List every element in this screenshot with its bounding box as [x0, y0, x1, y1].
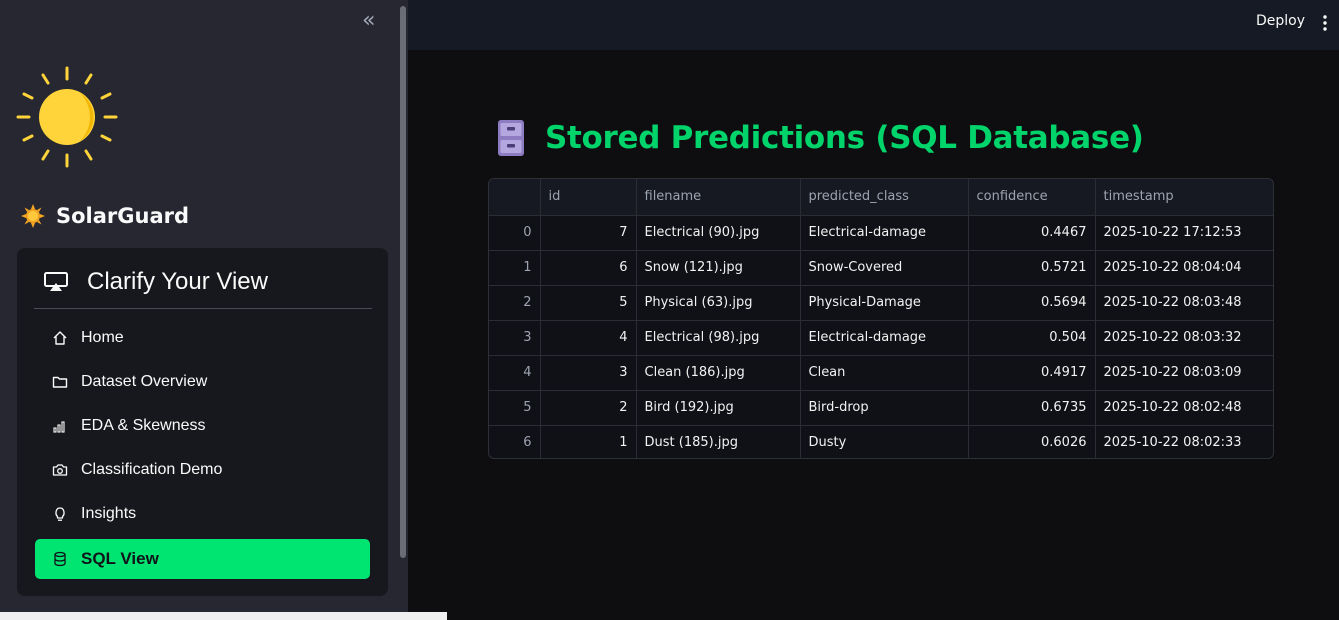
home-icon — [53, 331, 67, 345]
confidence-header[interactable]: confidence — [968, 179, 1096, 216]
bar-chart-icon — [53, 421, 65, 433]
cell-filename[interactable]: Electrical (98).jpg — [636, 320, 801, 356]
cell-confidence[interactable]: 0.4917 — [968, 355, 1096, 391]
cell-confidence[interactable]: 0.4467 — [968, 215, 1096, 251]
table-row[interactable]: 0 7 Electrical (90).jpg Electrical-damage 0.… — [489, 215, 1273, 251]
browser-status-bar — [0, 612, 447, 620]
sidebar-item-classification-demo[interactable]: Classification Demo — [35, 451, 370, 489]
page-title: Stored Predictions (SQL Database) — [497, 119, 1144, 157]
cell-filename[interactable]: Electrical (90).jpg — [636, 215, 801, 251]
row-index[interactable]: 2 — [489, 285, 541, 321]
table-header-row: id filename predicted_class confidence times… — [489, 179, 1273, 216]
row-index[interactable]: 6 — [489, 425, 541, 458]
database-icon — [54, 551, 66, 567]
cell-timestamp[interactable]: 2025-10-22 08:03:09 — [1095, 355, 1273, 391]
sidebar-item-insights[interactable]: Insights — [35, 495, 370, 533]
cell-confidence[interactable]: 0.6026 — [968, 425, 1096, 458]
predictions-table[interactable]: id filename predicted_class confidence times… — [488, 178, 1274, 459]
navigation-menu: Clarify Your View Home Dataset Overview … — [17, 248, 388, 596]
cell-predicted-class[interactable]: Electrical-damage — [800, 320, 969, 356]
cell-timestamp[interactable]: 2025-10-22 17:12:53 — [1095, 215, 1273, 251]
sidebar-item-home[interactable]: Home — [35, 319, 370, 357]
id-header[interactable]: id — [540, 179, 637, 216]
airplay-icon — [44, 272, 68, 291]
cell-id[interactable]: 1 — [540, 425, 637, 458]
sidebar-item-sql-view[interactable]: SQL View — [35, 539, 370, 579]
table-row[interactable]: 4 3 Clean (186).jpg Clean 0.4917 2025-10-22 0… — [489, 355, 1273, 391]
cell-filename[interactable]: Clean (186).jpg — [636, 355, 801, 391]
cell-id[interactable]: 3 — [540, 355, 637, 391]
lightbulb-icon — [55, 507, 65, 521]
cell-filename[interactable]: Physical (63).jpg — [636, 285, 801, 321]
cell-id[interactable]: 4 — [540, 320, 637, 356]
cell-timestamp[interactable]: 2025-10-22 08:02:33 — [1095, 425, 1273, 458]
cell-timestamp[interactable]: 2025-10-22 08:02:48 — [1095, 390, 1273, 426]
cell-filename[interactable]: Snow (121).jpg — [636, 250, 801, 286]
cell-timestamp[interactable]: 2025-10-22 08:03:48 — [1095, 285, 1273, 321]
page-title-text: Stored Predictions (SQL Database) — [545, 120, 1144, 156]
cell-filename[interactable]: Bird (192).jpg — [636, 390, 801, 426]
row-index[interactable]: 0 — [489, 215, 541, 251]
cell-predicted-class[interactable]: Snow-Covered — [800, 250, 969, 286]
table-row[interactable]: 5 2 Bird (192).jpg Bird-drop 0.6735 2025-10-2… — [489, 390, 1273, 426]
cell-confidence[interactable]: 0.5694 — [968, 285, 1096, 321]
row-index[interactable]: 3 — [489, 320, 541, 356]
file-cabinet-icon — [498, 120, 524, 156]
table-row[interactable]: 1 6 Snow (121).jpg Snow-Covered 0.5721 2025-1… — [489, 250, 1273, 286]
cell-id[interactable]: 7 — [540, 215, 637, 251]
cell-timestamp[interactable]: 2025-10-22 08:03:32 — [1095, 320, 1273, 356]
app-brand: SolarGuard — [20, 203, 189, 229]
cell-id[interactable]: 5 — [540, 285, 637, 321]
cell-predicted-class[interactable]: Physical-Damage — [800, 285, 969, 321]
index-header[interactable] — [489, 179, 541, 216]
row-index[interactable]: 1 — [489, 250, 541, 286]
cell-filename[interactable]: Dust (185).jpg — [636, 425, 801, 458]
brand-name: SolarGuard — [56, 204, 190, 228]
table-row[interactable]: 3 4 Electrical (98).jpg Electrical-damage 0.… — [489, 320, 1273, 356]
folder-icon — [52, 376, 68, 388]
cell-predicted-class[interactable]: Electrical-damage — [800, 215, 969, 251]
table-body: 0 7 Electrical (90).jpg Electrical-damage 0.… — [489, 215, 1273, 458]
sidebar-scrollbar[interactable] — [400, 6, 406, 558]
menu-divider — [34, 308, 372, 309]
cell-id[interactable]: 6 — [540, 250, 637, 286]
cell-confidence[interactable]: 0.6735 — [968, 390, 1096, 426]
sidebar: « SolarGuard Clarify Your View Home Data… — [0, 0, 408, 620]
cell-confidence[interactable]: 0.504 — [968, 320, 1096, 356]
collapse-sidebar-icon[interactable]: « — [362, 10, 375, 32]
row-index[interactable]: 4 — [489, 355, 541, 391]
cell-timestamp[interactable]: 2025-10-22 08:04:04 — [1095, 250, 1273, 286]
timestamp-header[interactable]: timestamp — [1095, 179, 1273, 216]
top-bar: Deploy — [408, 0, 1339, 50]
more-options-icon[interactable] — [1322, 15, 1328, 31]
sun-logo-icon — [16, 66, 118, 168]
sidebar-item-eda-skewness[interactable]: EDA & Skewness — [35, 407, 370, 445]
deploy-button[interactable]: Deploy — [1256, 13, 1305, 29]
menu-title: Clarify Your View — [43, 268, 268, 296]
cell-id[interactable]: 2 — [540, 390, 637, 426]
filename-header[interactable]: filename — [636, 179, 801, 216]
cell-predicted-class[interactable]: Bird-drop — [800, 390, 969, 426]
table-row[interactable]: 2 5 Physical (63).jpg Physical-Damage 0.5694… — [489, 285, 1273, 321]
sun-small-icon — [21, 204, 45, 228]
predicted-class-header[interactable]: predicted_class — [800, 179, 969, 216]
cell-predicted-class[interactable]: Clean — [800, 355, 969, 391]
cell-predicted-class[interactable]: Dusty — [800, 425, 969, 458]
row-index[interactable]: 5 — [489, 390, 541, 426]
camera-icon — [52, 464, 68, 476]
cell-confidence[interactable]: 0.5721 — [968, 250, 1096, 286]
sidebar-item-dataset-overview[interactable]: Dataset Overview — [35, 363, 370, 401]
table-row[interactable]: 6 1 Dust (185).jpg Dusty 0.6026 2025-10-22 08… — [489, 425, 1273, 458]
